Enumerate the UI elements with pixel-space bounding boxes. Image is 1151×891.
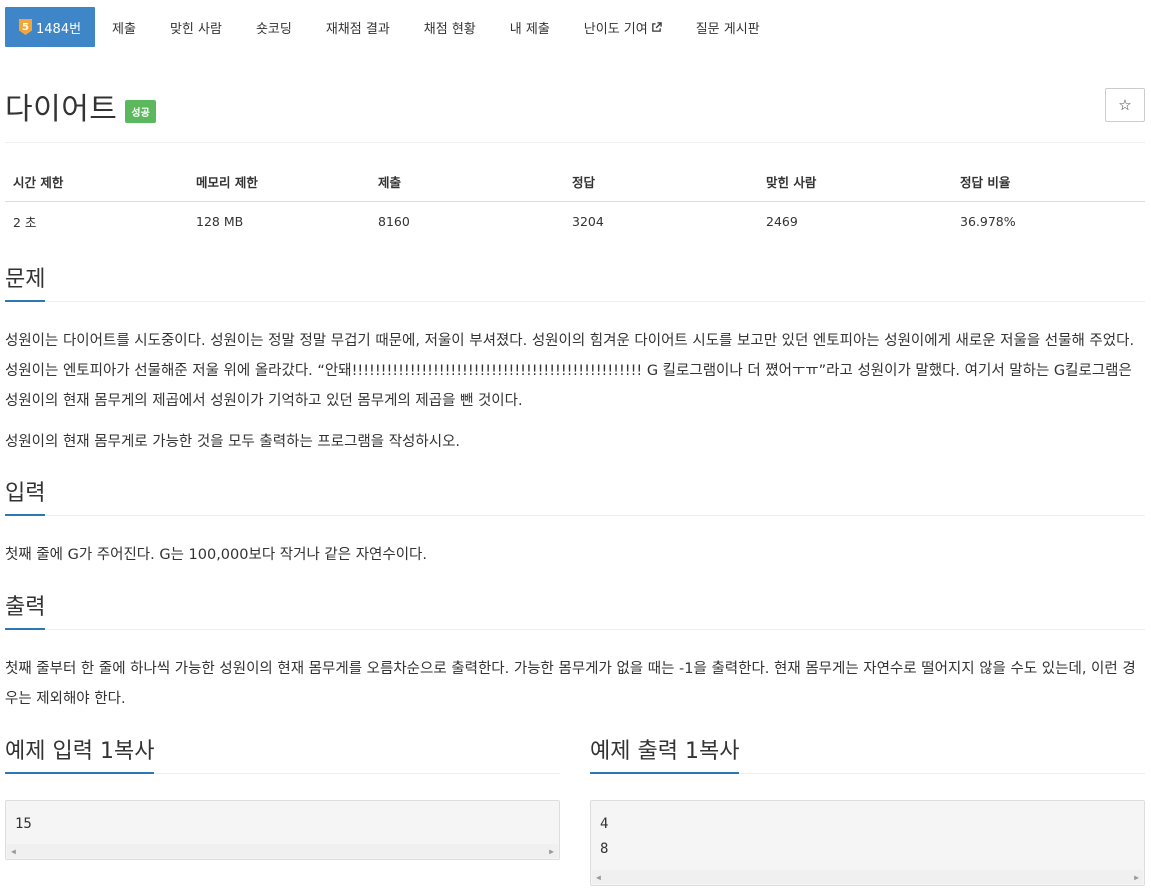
sample-input-box[interactable]: 15 ◀ ▶ bbox=[5, 800, 560, 860]
nav-my-submissions[interactable]: 내 제출 bbox=[493, 7, 567, 47]
header-time-limit: 시간 제한 bbox=[5, 162, 188, 202]
sample-output-line: 8 bbox=[600, 841, 609, 857]
sample-output-box[interactable]: 4 8 ◀ ▶ bbox=[590, 800, 1145, 886]
header-accepted: 정답 bbox=[564, 162, 758, 202]
output-section-header: 출력 bbox=[5, 592, 1145, 630]
scroll-right-icon: ▶ bbox=[1134, 872, 1139, 882]
value-submissions: 8160 bbox=[378, 214, 410, 229]
star-button[interactable]: ☆ bbox=[1105, 88, 1145, 122]
nav-problem-number[interactable]: 5 1484번 bbox=[5, 7, 96, 47]
nav-rejudge[interactable]: 재채점 결과 bbox=[309, 7, 407, 47]
nav-status[interactable]: 채점 현황 bbox=[407, 7, 493, 47]
title-divider bbox=[5, 142, 1145, 143]
scroll-left-icon: ◀ bbox=[11, 846, 16, 856]
header-memory-limit: 메모리 제한 bbox=[188, 162, 370, 202]
problem-nav: 5 1484번 제출 맞힌 사람 숏코딩 재채점 결과 채점 현황 내 제출 난… bbox=[5, 7, 777, 47]
star-icon: ☆ bbox=[1118, 96, 1132, 114]
sample-output-title: 예제 출력 1 bbox=[590, 739, 699, 764]
status-badge: 성공 bbox=[125, 99, 156, 123]
problem-section-header: 문제 bbox=[5, 264, 1145, 302]
value-time-limit: 2 초 bbox=[13, 215, 37, 230]
nav-difficulty-contribute[interactable]: 난이도 기여 bbox=[567, 7, 679, 47]
nav-submit[interactable]: 제출 bbox=[95, 7, 153, 47]
header-solved-users: 맞힌 사람 bbox=[758, 162, 952, 202]
nav-short-coding[interactable]: 숏코딩 bbox=[239, 7, 309, 47]
sample-output-title-wrap: 예제 출력 1복사 bbox=[590, 738, 740, 774]
input-section-header: 입력 bbox=[5, 478, 1145, 516]
input-section-title: 입력 bbox=[5, 480, 46, 516]
problem-description: 성원이는 다이어트를 시도중이다. 성원이는 정말 정말 무겁기 때문에, 저울… bbox=[5, 333, 1135, 409]
problem-task: 성원이의 현재 몸무게로 가능한 것을 모두 출력하는 프로그램을 작성하시오. bbox=[5, 434, 461, 450]
horizontal-scrollbar[interactable]: ◀ ▶ bbox=[7, 844, 558, 858]
problem-info-table: 시간 제한 메모리 제한 제출 정답 맞힌 사람 정답 비율 2 초 128 M… bbox=[5, 162, 1145, 241]
sample-input-title: 예제 입력 1 bbox=[5, 739, 114, 764]
sample-input-title-wrap: 예제 입력 1복사 bbox=[5, 738, 155, 774]
external-link-icon bbox=[651, 21, 662, 32]
problem-number: 1484번 bbox=[36, 21, 82, 37]
output-description: 첫째 줄부터 한 줄에 하나씩 가능한 성원이의 현재 몸무게를 오름차순으로 … bbox=[5, 661, 1136, 707]
scroll-right-icon: ▶ bbox=[549, 846, 554, 856]
horizontal-scrollbar[interactable]: ◀ ▶ bbox=[592, 870, 1143, 884]
copy-input-button[interactable]: 복사 bbox=[114, 739, 154, 764]
tier-badge-icon: 5 bbox=[19, 19, 32, 35]
header-submissions: 제출 bbox=[370, 162, 564, 202]
copy-output-button[interactable]: 복사 bbox=[699, 739, 739, 764]
title-row: 다이어트 성공 bbox=[5, 84, 156, 128]
nav-difficulty-label: 난이도 기여 bbox=[583, 21, 648, 37]
sample-input-line: 15 bbox=[15, 816, 32, 832]
value-memory-limit: 128 MB bbox=[196, 214, 244, 229]
header-accept-ratio: 정답 비율 bbox=[952, 162, 1145, 202]
scroll-left-icon: ◀ bbox=[596, 872, 601, 882]
value-accept-ratio: 36.978% bbox=[960, 214, 1016, 229]
value-accepted: 3204 bbox=[572, 214, 604, 229]
page-title: 다이어트 bbox=[5, 92, 118, 127]
sample-input-header: 예제 입력 1복사 bbox=[5, 736, 560, 774]
nav-solved-users[interactable]: 맞힌 사람 bbox=[153, 7, 239, 47]
value-solved-users: 2469 bbox=[766, 214, 798, 229]
sample-output-header: 예제 출력 1복사 bbox=[590, 736, 1145, 774]
input-description: 첫째 줄에 G가 주어진다. G는 100,000보다 작거나 같은 자연수이다… bbox=[5, 547, 428, 563]
problem-section-title: 문제 bbox=[5, 266, 46, 302]
table-row: 2 초 128 MB 8160 3204 2469 36.978% bbox=[5, 202, 1145, 242]
output-section-title: 출력 bbox=[5, 594, 46, 630]
nav-qna-board[interactable]: 질문 게시판 bbox=[679, 7, 777, 47]
sample-output-line: 4 bbox=[600, 816, 609, 832]
table-header-row: 시간 제한 메모리 제한 제출 정답 맞힌 사람 정답 비율 bbox=[5, 162, 1145, 202]
